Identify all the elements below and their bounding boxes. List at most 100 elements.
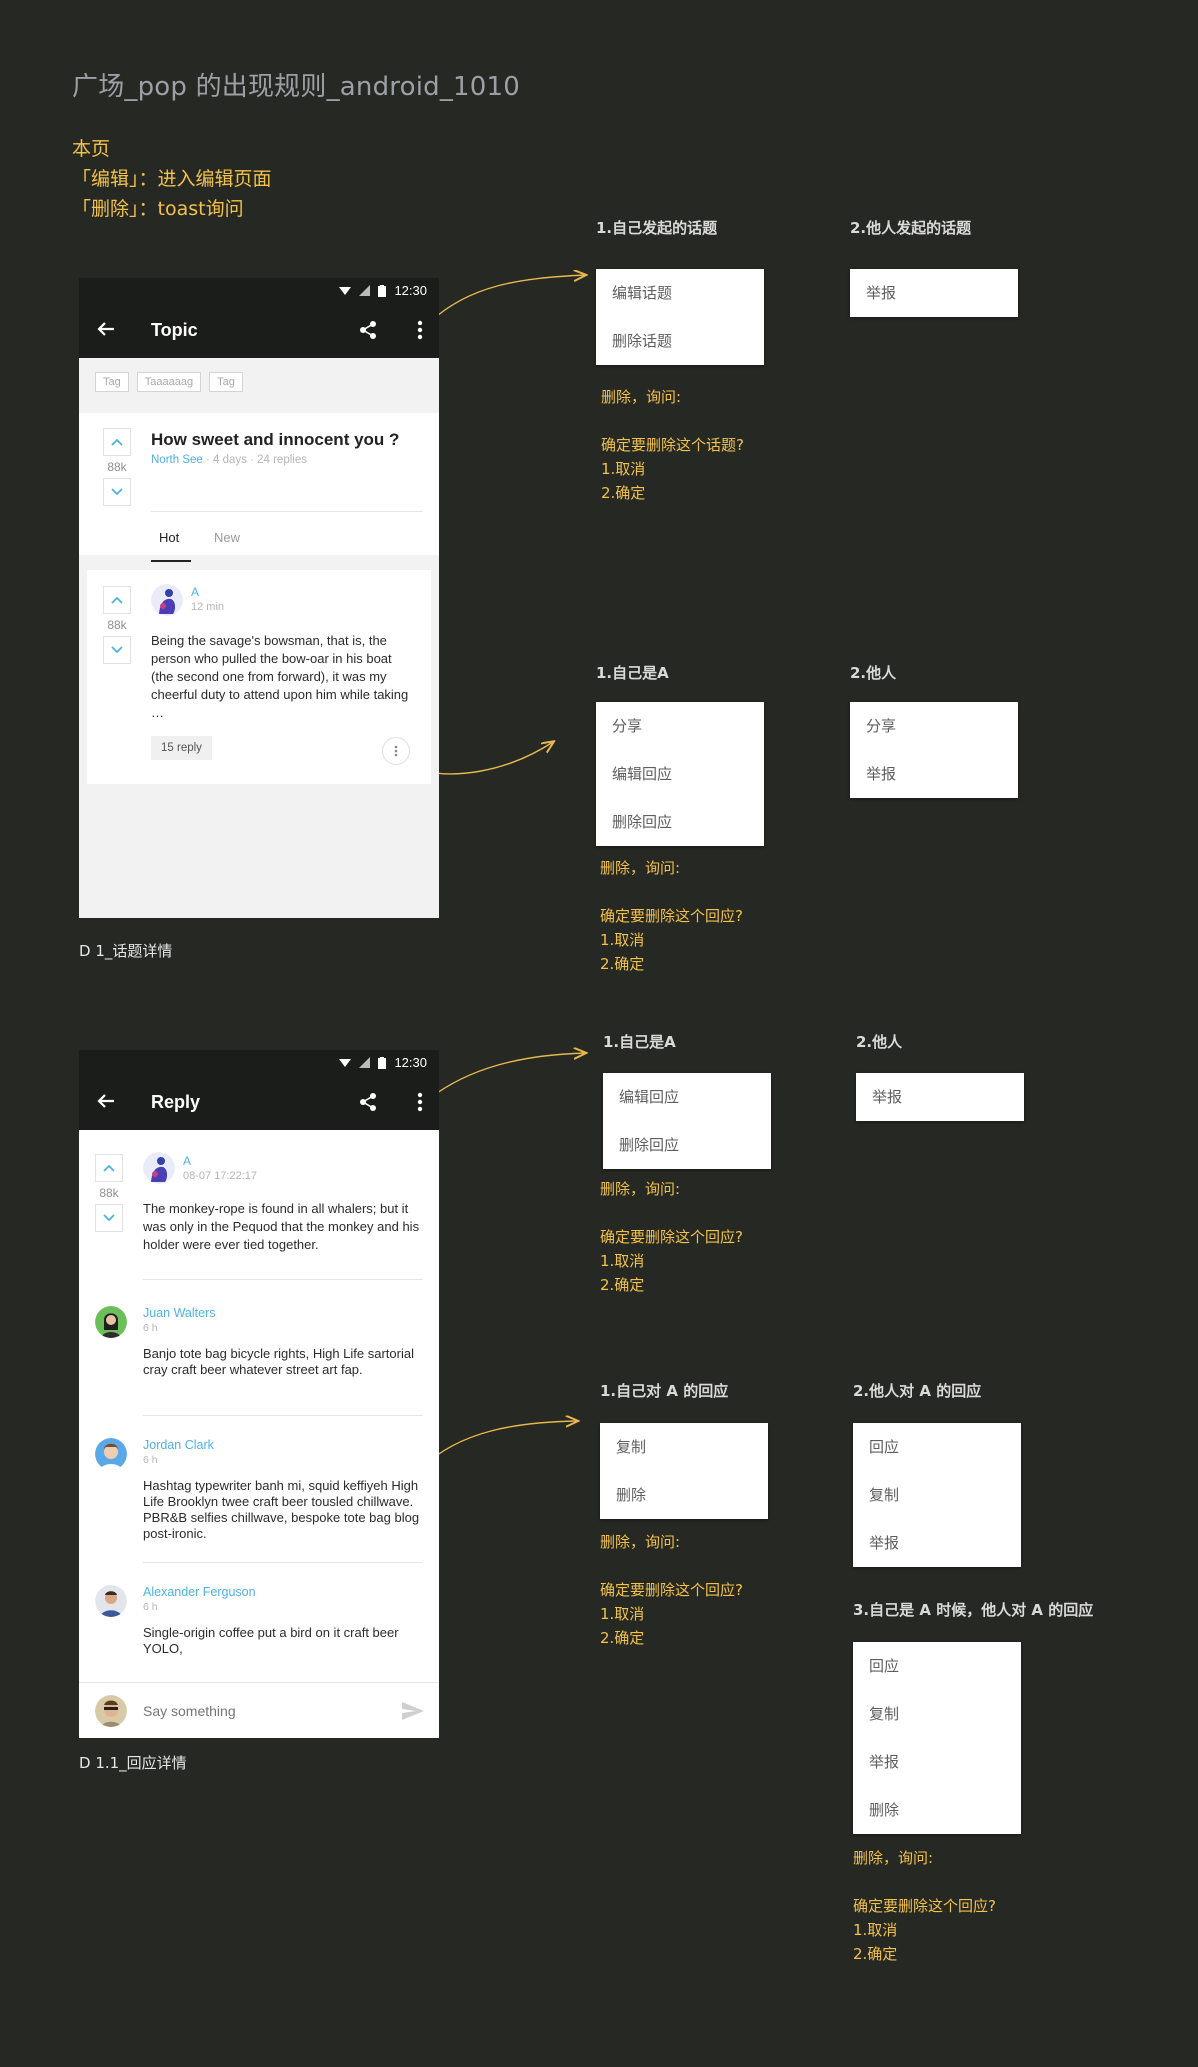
reply-screen-mockup: 12:30 Reply 88k A 08-07 17:22:17 The mon… [79, 1050, 439, 1738]
reply-author[interactable]: A [191, 585, 199, 599]
menu-item-edit-reply[interactable]: 编辑回应 [603, 1073, 771, 1121]
user-avatar-icon [95, 1585, 127, 1617]
reply-detail-own-popup-menu: 编辑回应 删除回应 [603, 1073, 771, 1169]
send-icon[interactable] [402, 1702, 424, 1720]
chevron-up-icon [111, 438, 123, 446]
comment-author[interactable]: Jordan Clark [143, 1438, 214, 1452]
status-bar: 12:30 [79, 1050, 439, 1076]
section-heading: 1.自己对 A 的回应 [600, 1382, 729, 1400]
downvote-button[interactable] [103, 478, 131, 506]
vote-count: 88k [107, 460, 127, 474]
note-line: 2.确定 [600, 1629, 645, 1647]
menu-item-copy[interactable]: 复制 [600, 1423, 768, 1471]
divider [143, 1562, 423, 1563]
comment-time: 6 h [143, 1322, 158, 1334]
tab-new[interactable]: New [214, 530, 240, 545]
note-line: 确定要删除这个回应? [600, 1581, 743, 1599]
user-avatar-icon [151, 584, 183, 616]
note-line: 1.取消 [600, 1605, 645, 1623]
menu-item-report[interactable]: 举报 [853, 1738, 1021, 1786]
upvote-button[interactable] [103, 586, 131, 614]
comment-own-popup-menu: 复制 删除 [600, 1423, 768, 1519]
comment-input[interactable] [141, 1699, 385, 1723]
comment-author[interactable]: Juan Walters [143, 1306, 215, 1320]
status-time: 12:30 [394, 1055, 427, 1070]
main-reply-author[interactable]: A [183, 1154, 191, 1168]
reply-more-button[interactable] [382, 737, 410, 765]
reply-count-button[interactable]: 15 reply [151, 736, 212, 760]
note-line: 1.取消 [600, 1252, 645, 1270]
reply-vote: 88k [103, 586, 131, 664]
signal-icon [359, 1057, 371, 1068]
menu-item-copy[interactable]: 复制 [853, 1690, 1021, 1738]
topic-author-link[interactable]: North See [151, 454, 203, 466]
menu-item-report[interactable]: 举报 [853, 1519, 1021, 1567]
avatar[interactable] [151, 584, 183, 616]
tag-chip[interactable]: Taaaaaag [136, 372, 202, 392]
upvote-button[interactable] [103, 428, 131, 456]
menu-item-edit-topic[interactable]: 编辑话题 [596, 269, 764, 317]
menu-item-share[interactable]: 分享 [850, 702, 1018, 750]
tab-hot-indicator [151, 560, 191, 562]
comment-time: 6 h [143, 1601, 158, 1613]
topic-title: How sweet and innocent you ? [151, 430, 400, 449]
reply-detail-others-popup-menu: 举报 [856, 1073, 1024, 1121]
share-icon[interactable] [359, 320, 377, 340]
note-line: 删除，询问: [600, 1180, 681, 1198]
section-heading: 3.自己是 A 时候，他人对 A 的回应 [853, 1601, 1094, 1619]
menu-item-delete-reply[interactable]: 删除回应 [603, 1121, 771, 1169]
main-reply-vote: 88k [95, 1154, 123, 1232]
menu-item-delete-topic[interactable]: 删除话题 [596, 317, 764, 365]
note-line: 2.确定 [601, 484, 646, 502]
vote-count: 88k [107, 618, 127, 632]
tab-hot[interactable]: Hot [159, 530, 179, 545]
tag-chip[interactable]: Tag [209, 372, 243, 392]
app-bar: Reply [79, 1076, 439, 1130]
comment-others-popup-menu: 回应 复制 举报 [853, 1423, 1021, 1567]
more-vert-icon[interactable] [417, 1092, 423, 1112]
section-heading: 2.他人对 A 的回应 [853, 1382, 982, 1400]
back-arrow-icon[interactable] [95, 1090, 117, 1112]
avatar[interactable] [143, 1152, 175, 1184]
share-icon[interactable] [359, 1092, 377, 1112]
menu-item-respond[interactable]: 回应 [853, 1642, 1021, 1690]
tag-chip[interactable]: Tag [95, 372, 129, 392]
wifi-icon [339, 1058, 352, 1067]
main-reply-time: 08-07 17:22:17 [183, 1170, 258, 1182]
delete-confirm-note: 删除，询问: 确定要删除这个回应? 1.取消 2.确定 [600, 856, 743, 976]
delete-confirm-note: 删除，询问: 确定要删除这个回应? 1.取消 2.确定 [600, 1177, 743, 1297]
avatar[interactable] [95, 1438, 127, 1470]
menu-item-delete-reply[interactable]: 删除回应 [596, 798, 764, 846]
menu-item-delete[interactable]: 删除 [853, 1786, 1021, 1834]
status-bar: 12:30 [79, 278, 439, 304]
menu-item-delete[interactable]: 删除 [600, 1471, 768, 1519]
menu-item-respond[interactable]: 回应 [853, 1423, 1021, 1471]
menu-item-report[interactable]: 举报 [856, 1073, 1024, 1121]
downvote-button[interactable] [95, 1204, 123, 1232]
menu-item-report[interactable]: 举报 [850, 750, 1018, 798]
menu-item-report[interactable]: 举报 [850, 269, 1018, 317]
topic-others-popup-menu: 举报 [850, 269, 1018, 317]
menu-item-share[interactable]: 分享 [596, 702, 764, 750]
menu-item-edit-reply[interactable]: 编辑回应 [596, 750, 764, 798]
menu-item-copy[interactable]: 复制 [853, 1471, 1021, 1519]
note-line: 确定要删除这个回应? [853, 1897, 996, 1915]
section-heading: 2.他人 [850, 664, 897, 682]
user-avatar-icon [95, 1438, 127, 1470]
comment-author[interactable]: Alexander Ferguson [143, 1585, 256, 1599]
avatar[interactable] [95, 1306, 127, 1338]
note-line: 2.确定 [853, 1945, 898, 1963]
more-vert-icon[interactable] [417, 320, 423, 340]
topic-screen-mockup: 12:30 Topic Tag Taaaaaag Tag 88k How sweet… [79, 278, 439, 918]
avatar[interactable] [95, 1585, 127, 1617]
back-arrow-icon[interactable] [95, 318, 117, 340]
downvote-button[interactable] [103, 636, 131, 664]
note-line: 删除，询问: [600, 1533, 681, 1551]
divider [143, 1279, 423, 1280]
arrow-reply-detail-menu [429, 1053, 585, 1099]
upvote-button[interactable] [95, 1154, 123, 1182]
note-line: 删除，询问: [601, 388, 682, 406]
app-bar-title: Reply [151, 1092, 201, 1112]
divider [151, 511, 423, 512]
avatar [95, 1695, 127, 1727]
